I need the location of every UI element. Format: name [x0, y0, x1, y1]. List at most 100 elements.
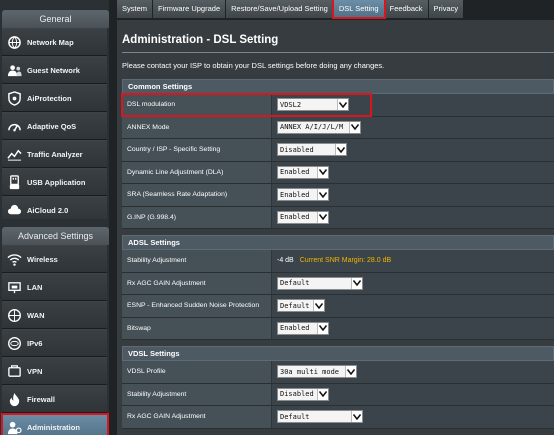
annex-mode-select[interactable]: ANNEX A/I/J/L/M — [277, 120, 361, 134]
sidebar-item-label: Traffic Analyzer — [27, 149, 83, 159]
sidebar-item-adaptive-qos[interactable]: Adaptive QoS — [2, 112, 107, 140]
sidebar-item-label: Wireless — [27, 254, 58, 264]
sidebar-item-label: VPN — [27, 366, 43, 376]
wan-icon — [6, 307, 22, 323]
select-value: Enabled — [280, 190, 310, 199]
select-value: Enabled — [280, 324, 310, 333]
tab-feedback[interactable]: Feedback — [384, 0, 429, 18]
field-label: G.INP (G.998.4) — [122, 206, 272, 228]
field-label: Bitswap — [122, 317, 272, 339]
vdsl-profile-select[interactable]: 30a multi mode — [277, 365, 357, 379]
page-description: Please contact your ISP to obtain your D… — [122, 61, 385, 70]
dla-select[interactable]: Enabled — [277, 165, 329, 179]
field-label: DSL modulation — [122, 94, 272, 116]
adsl-settings-header: ADSL Settings — [122, 235, 554, 250]
select-value: Default — [280, 412, 310, 421]
adsl-stability-row: Stability Adjustment -4 dB Current SNR M… — [122, 250, 554, 273]
sidebar-item-wireless[interactable]: Wireless — [2, 245, 107, 273]
select-value: ANNEX A/I/J/L/M — [280, 123, 344, 132]
field-label: Stability Adjustment — [122, 383, 272, 405]
tab-bar: System Firmware Upgrade Restore/Save/Upl… — [117, 0, 465, 19]
chevron-down-icon — [351, 277, 362, 289]
page-title: Administration - DSL Setting — [122, 34, 279, 46]
main-panel: Administration - DSL Setting Please cont… — [117, 20, 554, 435]
aicloud-icon — [6, 202, 22, 218]
vdsl-settings-header: VDSL Settings — [122, 346, 554, 361]
sidebar-item-firewall[interactable]: Firewall — [2, 385, 107, 413]
esnp-select[interactable]: Default — [277, 299, 325, 313]
lan-icon — [6, 279, 22, 295]
sidebar: General Network Map Guest Network AiProt… — [0, 0, 109, 435]
field-label: Dynamic Line Adjustment (DLA) — [122, 161, 272, 183]
tab-firmware-upgrade[interactable]: Firmware Upgrade — [153, 0, 227, 18]
title-divider — [122, 52, 554, 53]
sidebar-item-label: LAN — [27, 282, 43, 292]
snr-margin-text: Current SNR Margin: 28.0 dB — [299, 257, 392, 265]
chevron-down-icon — [317, 322, 328, 334]
chevron-down-icon — [317, 166, 328, 178]
annex-mode-row: ANNEX Mode ANNEX A/I/J/L/M — [122, 116, 554, 139]
field-label: Rx AGC GAIN Adjustment — [122, 406, 272, 428]
field-label: Country / ISP - Specific Setting — [122, 139, 272, 161]
adsl-rx-agc-select[interactable]: Default — [277, 276, 363, 290]
chevron-down-icon — [313, 300, 324, 312]
sidebar-item-usb-application[interactable]: USB Application — [2, 168, 107, 196]
ipv6-icon — [6, 335, 22, 351]
field-label: Rx AGC GAIN Adjustment — [122, 272, 272, 294]
vdsl-stability-select[interactable]: Disabled — [277, 387, 329, 401]
bitswap-select[interactable]: Enabled — [277, 321, 329, 335]
sidebar-item-label: Network Map — [27, 37, 74, 47]
vdsl-rx-agc-select[interactable]: Default — [277, 410, 363, 424]
sidebar-item-network-map[interactable]: Network Map — [2, 28, 107, 56]
advanced-section-title: Advanced Settings — [2, 227, 109, 245]
advanced-menu: Wireless LAN WAN IPv6 VPN Firewall Admin… — [1, 245, 109, 435]
sidebar-item-vpn[interactable]: VPN — [2, 357, 107, 385]
sidebar-item-lan[interactable]: LAN — [2, 273, 107, 301]
sra-select[interactable]: Enabled — [277, 188, 329, 202]
settings-table: Common Settings DSL modulation VDSL2 ANN… — [121, 79, 554, 429]
country-isp-select[interactable]: Disabled — [277, 143, 347, 157]
chevron-down-icon — [317, 211, 328, 223]
select-value: Disabled — [280, 145, 314, 154]
sidebar-item-label: Firewall — [27, 394, 55, 404]
sidebar-item-label: Adaptive QoS — [27, 121, 77, 131]
network-map-icon — [6, 34, 22, 50]
sidebar-item-guest-network[interactable]: Guest Network — [2, 56, 107, 84]
sidebar-item-traffic-analyzer[interactable]: Traffic Analyzer — [2, 140, 107, 168]
wireless-icon — [6, 251, 22, 267]
bitswap-row: Bitswap Enabled — [122, 317, 554, 340]
sidebar-divider — [0, 219, 109, 227]
sidebar-item-label: Guest Network — [27, 65, 80, 75]
select-value: 30a multi mode — [280, 367, 340, 376]
chevron-down-icon — [337, 99, 348, 111]
chevron-down-icon — [351, 411, 362, 423]
sidebar-item-label: USB Application — [27, 177, 86, 187]
sidebar-item-ipv6[interactable]: IPv6 — [2, 329, 107, 357]
chevron-down-icon — [317, 189, 328, 201]
sidebar-item-administration[interactable]: Administration — [1, 413, 109, 435]
select-value: Enabled — [280, 213, 310, 222]
dsl-modulation-select[interactable]: VDSL2 — [277, 98, 349, 112]
select-value: Disabled — [280, 390, 314, 399]
sidebar-item-label: WAN — [27, 310, 45, 320]
field-label: ANNEX Mode — [122, 116, 272, 138]
select-value: Default — [280, 301, 310, 310]
tab-system[interactable]: System — [117, 0, 154, 18]
field-label: ESNP - Enhanced Sudden Noise Protection — [122, 295, 272, 317]
chevron-down-icon — [317, 388, 328, 400]
select-value: VDSL2 — [280, 100, 302, 109]
vdsl-rx-agc-row: Rx AGC GAIN Adjustment Default — [122, 406, 554, 429]
tab-dsl-setting[interactable]: DSL Setting — [331, 0, 386, 19]
ginp-select[interactable]: Enabled — [277, 210, 329, 224]
tab-privacy[interactable]: Privacy — [428, 0, 465, 18]
sidebar-item-aiprotection[interactable]: AiProtection — [2, 84, 107, 112]
field-label: SRA (Seamless Rate Adaptation) — [122, 184, 272, 206]
tab-restore-save-upload[interactable]: Restore/Save/Upload Setting — [226, 0, 334, 18]
select-value: Default — [280, 279, 310, 288]
general-menu: Network Map Guest Network AiProtection A… — [2, 28, 107, 224]
dla-row: Dynamic Line Adjustment (DLA) Enabled — [122, 161, 554, 184]
sidebar-item-wan[interactable]: WAN — [2, 301, 107, 329]
general-section-title: General — [2, 10, 109, 28]
adsl-rx-agc-row: Rx AGC GAIN Adjustment Default — [122, 272, 554, 295]
traffic-analyzer-icon — [6, 146, 22, 162]
